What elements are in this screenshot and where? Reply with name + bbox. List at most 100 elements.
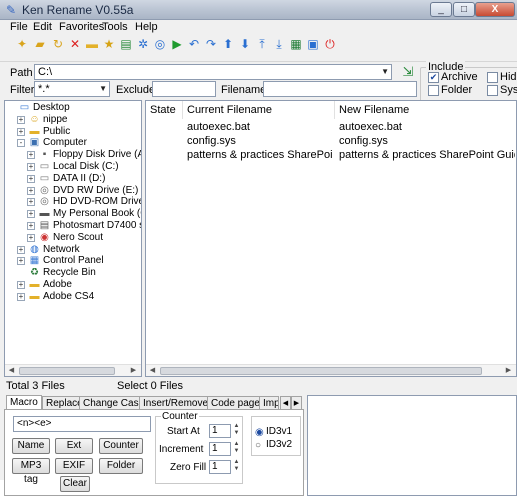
folder-tree[interactable]: ▭ Desktop + ☺ nippe + ▬ Public - ▣ Computer + ▪ Flopp… bbox=[4, 100, 142, 377]
undo-icon[interactable]: ↶ bbox=[187, 37, 201, 51]
increment-spinner[interactable]: ▲ ▼ bbox=[232, 441, 241, 457]
delete-icon[interactable]: ✕ bbox=[68, 37, 82, 51]
scroll-thumb[interactable] bbox=[19, 367, 115, 375]
expand-icon[interactable]: + bbox=[17, 115, 25, 124]
refresh-icon[interactable]: ↻ bbox=[51, 37, 65, 51]
file-list[interactable]: State Current Filename New Filename auto… bbox=[145, 100, 517, 377]
archive-checkbox[interactable]: ✔ bbox=[428, 72, 439, 83]
menu-tools[interactable]: Tools bbox=[98, 20, 132, 34]
list-horizontal-scrollbar[interactable]: ◀ ▶ bbox=[146, 364, 516, 376]
settings-gear-icon[interactable]: ✲ bbox=[136, 37, 150, 51]
clear-button[interactable]: Clear bbox=[60, 476, 90, 492]
chevron-down-icon[interactable]: ▼ bbox=[381, 65, 389, 79]
tab-scroll-right-icon[interactable]: ▶ bbox=[291, 396, 302, 410]
expand-icon[interactable]: + bbox=[27, 186, 35, 195]
path-combo[interactable]: C:\ ▼ bbox=[34, 64, 392, 80]
open-folder-icon[interactable]: ▰ bbox=[33, 37, 47, 51]
column-current-filename[interactable]: Current Filename bbox=[183, 101, 335, 119]
expand-icon[interactable]: + bbox=[17, 257, 25, 266]
excel-export-icon[interactable]: ▦ bbox=[289, 37, 303, 51]
tree-horizontal-scrollbar[interactable]: ◀ ▶ bbox=[5, 364, 141, 376]
table-row[interactable]: config.sys config.sys bbox=[146, 135, 516, 148]
expand-icon[interactable]: + bbox=[17, 127, 25, 136]
tree-item[interactable]: + ▭ DATA II (D:) bbox=[5, 173, 141, 185]
id3v1-radio[interactable]: ◉ bbox=[255, 427, 264, 438]
maximize-button[interactable]: □ bbox=[453, 2, 475, 17]
tree-item[interactable]: + ▬ Public bbox=[5, 126, 141, 138]
move-bottom-icon[interactable]: ⤓ bbox=[272, 37, 286, 51]
filename-input[interactable] bbox=[263, 81, 417, 97]
minimize-button[interactable]: _ bbox=[430, 2, 452, 17]
hidden-checkbox[interactable] bbox=[487, 72, 498, 83]
tab-macro[interactable]: Macro bbox=[6, 395, 42, 410]
title-bar[interactable]: ✎ Ken Rename V0.55a _ □ X bbox=[0, 0, 517, 20]
zero-fill-spinner[interactable]: ▲ ▼ bbox=[232, 459, 241, 475]
move-up-icon[interactable]: ⬆ bbox=[221, 37, 235, 51]
redo-icon[interactable]: ↷ bbox=[204, 37, 218, 51]
counter-button[interactable]: Counter bbox=[99, 438, 143, 454]
expand-icon[interactable]: + bbox=[17, 245, 25, 254]
increment-input[interactable]: 1 bbox=[209, 442, 231, 456]
zero-fill-input[interactable]: 1 bbox=[209, 460, 231, 474]
tab-code-page[interactable]: Code page bbox=[207, 396, 264, 410]
expand-icon[interactable]: + bbox=[27, 163, 35, 171]
menu-help[interactable]: Help bbox=[131, 20, 162, 34]
scroll-right-icon[interactable]: ▶ bbox=[127, 365, 140, 376]
name-button[interactable]: Name bbox=[12, 438, 50, 454]
target-icon[interactable]: ◎ bbox=[153, 37, 167, 51]
chevron-down-icon[interactable]: ▼ bbox=[99, 82, 107, 96]
tab-import[interactable]: Imp bbox=[259, 396, 279, 410]
new-icon[interactable]: ✦ bbox=[15, 37, 29, 51]
tree-item[interactable]: ▭ Desktop bbox=[5, 102, 141, 114]
move-down-icon[interactable]: ⬇ bbox=[238, 37, 252, 51]
folder-button[interactable]: Folder bbox=[99, 458, 143, 474]
macro-input[interactable]: <n><e> bbox=[13, 416, 151, 432]
column-state[interactable]: State bbox=[146, 101, 183, 119]
expand-icon[interactable]: + bbox=[17, 281, 25, 289]
grid-icon[interactable]: ▣ bbox=[306, 37, 320, 51]
play-icon[interactable]: ▶ bbox=[170, 37, 184, 51]
folder-icon[interactable]: ▬ bbox=[85, 37, 99, 51]
system-checkbox[interactable] bbox=[487, 85, 498, 96]
tree-item[interactable]: + ▬ Adobe bbox=[5, 279, 141, 291]
expand-icon[interactable]: + bbox=[27, 151, 35, 160]
scroll-right-icon[interactable]: ▶ bbox=[502, 365, 515, 376]
browse-folder-icon[interactable]: ⇲ bbox=[400, 65, 416, 81]
expand-icon[interactable]: + bbox=[27, 174, 35, 183]
tree-item[interactable]: ♻ Recycle Bin bbox=[5, 267, 141, 279]
table-row[interactable]: patterns & practices SharePoint ... patte… bbox=[146, 149, 516, 162]
tree-item[interactable]: + ◎ HD DVD-ROM Drive (F bbox=[5, 196, 141, 208]
tab-scroll-left-icon[interactable]: ◀ bbox=[280, 396, 291, 410]
expand-icon[interactable]: + bbox=[27, 222, 35, 230]
menu-file[interactable]: File bbox=[6, 20, 32, 34]
expand-icon[interactable]: + bbox=[27, 210, 35, 219]
expand-icon[interactable]: + bbox=[17, 292, 25, 301]
exif-button[interactable]: EXIF bbox=[55, 458, 93, 474]
tree-item[interactable]: - ▣ Computer bbox=[5, 137, 141, 149]
filter-combo[interactable]: *.* ▼ bbox=[34, 81, 110, 97]
move-top-icon[interactable]: ⤒ bbox=[255, 37, 269, 51]
tree-item[interactable]: + ◎ DVD RW Drive (E:) Ca bbox=[5, 185, 141, 197]
scroll-thumb[interactable] bbox=[160, 367, 482, 375]
tree-item[interactable]: + ▪ Floppy Disk Drive (A:) bbox=[5, 149, 141, 161]
close-button[interactable]: X bbox=[475, 2, 515, 17]
scroll-left-icon[interactable]: ◀ bbox=[5, 365, 18, 376]
id3v2-radio[interactable]: ○ bbox=[255, 440, 261, 451]
tree-item[interactable]: + ▬ Adobe CS4 bbox=[5, 291, 141, 303]
stop-icon[interactable]: ⏻ bbox=[323, 37, 337, 51]
tree-item[interactable]: + ▭ Local Disk (C:) bbox=[5, 161, 141, 173]
tree-item[interactable]: + ◍ Network bbox=[5, 244, 141, 256]
start-at-spinner[interactable]: ▲ ▼ bbox=[232, 423, 241, 439]
favorite-star-icon[interactable]: ★ bbox=[102, 37, 116, 51]
column-new-filename[interactable]: New Filename bbox=[335, 101, 516, 119]
document-icon[interactable]: ▤ bbox=[119, 37, 133, 51]
exclude-input[interactable] bbox=[152, 81, 216, 97]
ext-button[interactable]: Ext bbox=[55, 438, 93, 454]
expand-icon[interactable]: + bbox=[27, 198, 35, 207]
tab-change-case[interactable]: Change Case bbox=[79, 396, 149, 410]
tree-item[interactable]: + ☺ nippe bbox=[5, 114, 141, 126]
scroll-left-icon[interactable]: ◀ bbox=[146, 365, 159, 376]
tree-item[interactable]: + ▤ Photosmart D7400 se bbox=[5, 220, 141, 232]
tree-item[interactable]: + ◉ Nero Scout bbox=[5, 232, 141, 244]
tree-item[interactable]: + ▦ Control Panel bbox=[5, 255, 141, 267]
